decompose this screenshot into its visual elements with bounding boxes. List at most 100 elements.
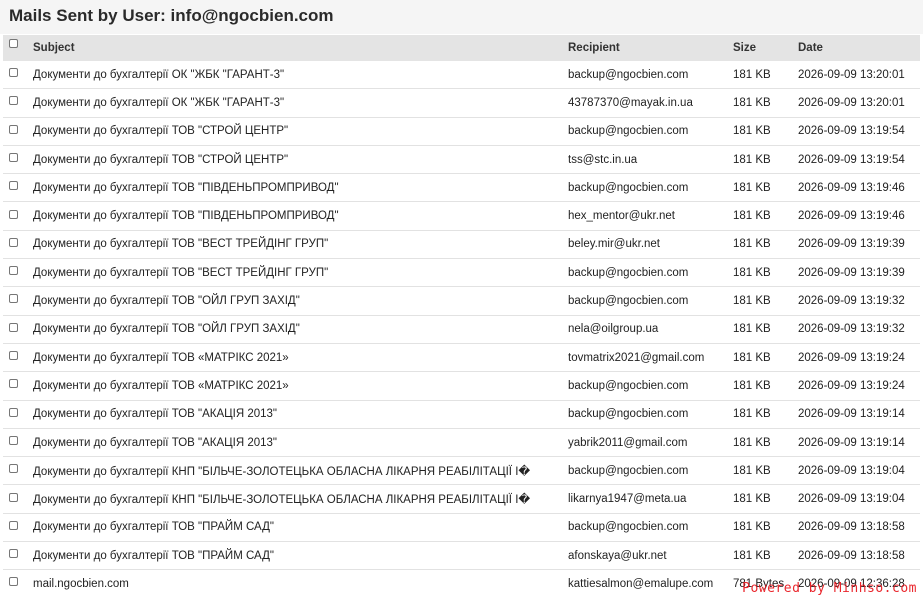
table-row[interactable]: Документи до бухгалтерії ТОВ «МАТРІКС 20… bbox=[3, 371, 920, 401]
column-header-size[interactable]: Size bbox=[733, 35, 798, 61]
row-checkbox-cell bbox=[3, 484, 31, 514]
row-checkbox-cell bbox=[3, 173, 31, 203]
watermark-text: Powered by Minhso.com bbox=[742, 581, 917, 596]
row-checkbox[interactable] bbox=[9, 549, 18, 559]
cell-subject[interactable]: Документи до бухгалтерії ОК "ЖБК "ГАРАНТ… bbox=[31, 88, 568, 118]
row-checkbox[interactable] bbox=[9, 153, 18, 162]
row-checkbox[interactable] bbox=[9, 492, 18, 502]
cell-size: 181 KB bbox=[733, 230, 798, 260]
table-row[interactable]: Документи до бухгалтерії КНП "БІЛЬЧЕ-ЗОЛ… bbox=[3, 456, 920, 486]
row-checkbox[interactable] bbox=[9, 407, 18, 417]
cell-subject[interactable]: Документи до бухгалтерії КНП "БІЛЬЧЕ-ЗОЛ… bbox=[31, 484, 568, 514]
table-row[interactable]: Документи до бухгалтерії ТОВ "СТРОЙ ЦЕНТ… bbox=[3, 117, 920, 146]
cell-subject[interactable]: Документи до бухгалтерії ТОВ "СТРОЙ ЦЕНТ… bbox=[31, 117, 568, 146]
cell-subject[interactable]: Документи до бухгалтерії ТОВ «МАТРІКС 20… bbox=[31, 371, 568, 401]
cell-recipient: backup@ngocbien.com bbox=[568, 513, 733, 543]
column-header-recipient[interactable]: Recipient bbox=[568, 35, 733, 61]
table-row[interactable]: Документи до бухгалтерії КНП "БІЛЬЧЕ-ЗОЛ… bbox=[3, 484, 920, 514]
cell-size: 181 KB bbox=[733, 173, 798, 203]
row-checkbox[interactable] bbox=[9, 464, 18, 474]
cell-subject[interactable]: Документи до бухгалтерії ОК "ЖБК "ГАРАНТ… bbox=[31, 61, 568, 90]
cell-size: 181 KB bbox=[733, 343, 798, 373]
table-row[interactable]: Документи до бухгалтерії ТОВ "ПРАЙМ САД"… bbox=[3, 513, 920, 543]
cell-subject[interactable]: Документи до бухгалтерії ТОВ "АКАЦІЯ 201… bbox=[31, 400, 568, 429]
row-checkbox[interactable] bbox=[9, 96, 18, 106]
cell-subject[interactable]: Документи до бухгалтерії ТОВ "ПІВДЕНЬПРО… bbox=[31, 201, 568, 231]
row-checkbox[interactable] bbox=[9, 322, 18, 332]
table-row[interactable]: Документи до бухгалтерії ТОВ "ВЕСТ ТРЕЙД… bbox=[3, 258, 920, 288]
row-checkbox[interactable] bbox=[9, 124, 18, 134]
cell-subject[interactable]: Документи до бухгалтерії ТОВ "АКАЦІЯ 201… bbox=[31, 428, 568, 458]
cell-subject[interactable]: Документи до бухгалтерії ТОВ "ПРАЙМ САД" bbox=[31, 513, 568, 543]
row-checkbox-cell bbox=[3, 569, 31, 596]
table-row[interactable]: Документи до бухгалтерії ТОВ "АКАЦІЯ 201… bbox=[3, 400, 920, 429]
cell-date: 2026-09-09 13:19:32 bbox=[798, 286, 920, 316]
column-header-subject[interactable]: Subject bbox=[31, 35, 568, 61]
cell-date: 2026-09-09 13:19:39 bbox=[798, 258, 920, 288]
cell-subject[interactable]: Документи до бухгалтерії ТОВ "ОЙЛ ГРУП З… bbox=[31, 315, 568, 344]
cell-size: 181 KB bbox=[733, 513, 798, 543]
cell-subject[interactable]: Документи до бухгалтерії КНП "БІЛЬЧЕ-ЗОЛ… bbox=[31, 456, 568, 486]
row-checkbox-cell bbox=[3, 371, 31, 401]
table-row[interactable]: Документи до бухгалтерії ОК "ЖБК "ГАРАНТ… bbox=[3, 61, 920, 90]
table-row[interactable]: Документи до бухгалтерії ТОВ "СТРОЙ ЦЕНТ… bbox=[3, 145, 920, 175]
row-checkbox-cell bbox=[3, 230, 31, 260]
cell-subject[interactable]: Документи до бухгалтерії ТОВ "ОЙЛ ГРУП З… bbox=[31, 286, 568, 316]
cell-size: 181 KB bbox=[733, 61, 798, 90]
table-header-row: Subject Recipient Size Date bbox=[3, 35, 920, 61]
cell-date: 2026-09-09 13:19:32 bbox=[798, 315, 920, 344]
row-checkbox[interactable] bbox=[9, 68, 18, 78]
cell-size: 181 KB bbox=[733, 428, 798, 458]
cell-size: 181 KB bbox=[733, 286, 798, 316]
cell-recipient: tss@stc.in.ua bbox=[568, 145, 733, 175]
table-row[interactable]: Документи до бухгалтерії ТОВ «МАТРІКС 20… bbox=[3, 343, 920, 373]
row-checkbox-cell bbox=[3, 428, 31, 458]
row-checkbox[interactable] bbox=[9, 379, 18, 389]
cell-subject[interactable]: Документи до бухгалтерії ТОВ "ПІВДЕНЬПРО… bbox=[31, 173, 568, 203]
row-checkbox[interactable] bbox=[9, 266, 18, 276]
cell-date: 2026-09-09 13:19:04 bbox=[798, 456, 920, 486]
cell-subject[interactable]: Документи до бухгалтерії ТОВ "СТРОЙ ЦЕНТ… bbox=[31, 145, 568, 175]
table-row[interactable]: Документи до бухгалтерії ТОВ "АКАЦІЯ 201… bbox=[3, 428, 920, 458]
table-row[interactable]: Документи до бухгалтерії ТОВ "ОЙЛ ГРУП З… bbox=[3, 315, 920, 344]
cell-subject[interactable]: Документи до бухгалтерії ТОВ "ВЕСТ ТРЕЙД… bbox=[31, 230, 568, 260]
cell-date: 2026-09-09 13:19:46 bbox=[798, 201, 920, 231]
table-row[interactable]: Документи до бухгалтерії ОК "ЖБК "ГАРАНТ… bbox=[3, 88, 920, 118]
row-checkbox-cell bbox=[3, 343, 31, 373]
cell-subject[interactable]: Документи до бухгалтерії ТОВ «МАТРІКС 20… bbox=[31, 343, 568, 373]
cell-recipient: backup@ngocbien.com bbox=[568, 61, 733, 90]
cell-size: 181 KB bbox=[733, 88, 798, 118]
table-row[interactable]: Документи до бухгалтерії ТОВ "ВЕСТ ТРЕЙД… bbox=[3, 230, 920, 260]
cell-date: 2026-09-09 13:20:01 bbox=[798, 88, 920, 118]
cell-date: 2026-09-09 13:19:24 bbox=[798, 343, 920, 373]
row-checkbox[interactable] bbox=[9, 520, 18, 530]
cell-date: 2026-09-09 13:19:39 bbox=[798, 230, 920, 260]
cell-date: 2026-09-09 13:19:54 bbox=[798, 117, 920, 146]
column-header-date[interactable]: Date bbox=[798, 35, 920, 61]
row-checkbox[interactable] bbox=[9, 435, 18, 445]
cell-recipient: 43787370@mayak.in.ua bbox=[568, 88, 733, 118]
row-checkbox[interactable] bbox=[9, 209, 18, 219]
row-checkbox[interactable] bbox=[9, 351, 18, 361]
cell-date: 2026-09-09 13:19:24 bbox=[798, 371, 920, 401]
row-checkbox[interactable] bbox=[9, 237, 18, 247]
cell-subject[interactable]: Документи до бухгалтерії ТОВ "ПРАЙМ САД" bbox=[31, 541, 568, 571]
cell-size: 181 KB bbox=[733, 484, 798, 514]
row-checkbox-cell bbox=[3, 258, 31, 288]
cell-recipient: tovmatrix2021@gmail.com bbox=[568, 343, 733, 373]
row-checkbox[interactable] bbox=[9, 294, 18, 304]
row-checkbox[interactable] bbox=[9, 181, 18, 191]
table-row[interactable]: Документи до бухгалтерії ТОВ "ПІВДЕНЬПРО… bbox=[3, 173, 920, 203]
cell-recipient: backup@ngocbien.com bbox=[568, 456, 733, 486]
cell-recipient: beley.mir@ukr.net bbox=[568, 230, 733, 260]
row-checkbox[interactable] bbox=[9, 577, 18, 587]
cell-recipient: kattiesalmon@emalupe.com bbox=[568, 569, 733, 596]
table-row[interactable]: Документи до бухгалтерії ТОВ "ОЙЛ ГРУП З… bbox=[3, 286, 920, 316]
cell-subject[interactable]: Документи до бухгалтерії ТОВ "ВЕСТ ТРЕЙД… bbox=[31, 258, 568, 288]
mail-table: Subject Recipient Size Date Документи до… bbox=[3, 35, 920, 596]
table-row[interactable]: Документи до бухгалтерії ТОВ "ПРАЙМ САД"… bbox=[3, 541, 920, 571]
cell-subject[interactable]: mail.ngocbien.com bbox=[31, 569, 568, 596]
select-all-checkbox[interactable] bbox=[9, 39, 18, 49]
table-row[interactable]: Документи до бухгалтерії ТОВ "ПІВДЕНЬПРО… bbox=[3, 201, 920, 231]
cell-recipient: backup@ngocbien.com bbox=[568, 117, 733, 146]
